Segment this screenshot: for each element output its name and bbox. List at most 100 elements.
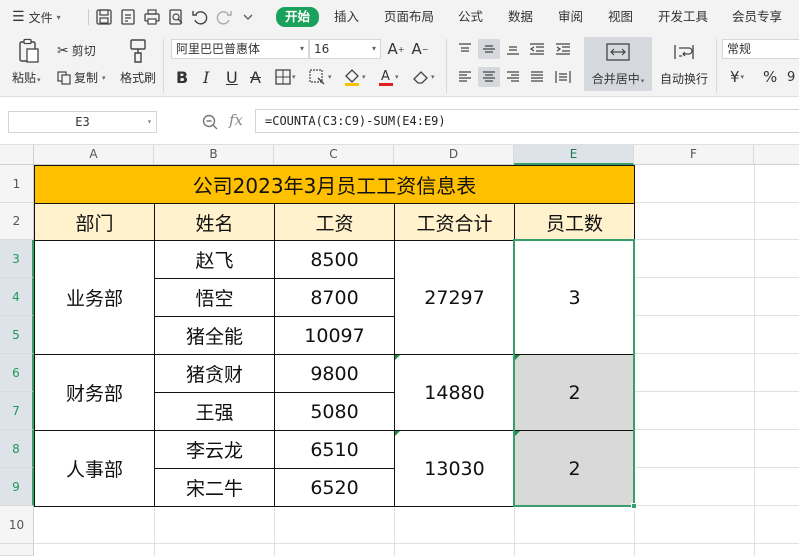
tab-review[interactable]: 审阅 [558, 8, 583, 26]
salary-cell[interactable]: 10097 [274, 316, 395, 355]
comma-format-icon[interactable]: 9 [787, 67, 795, 87]
export-pdf-icon[interactable] [118, 7, 138, 27]
cell-style-icon[interactable]: ▾ [309, 67, 332, 87]
copy-button[interactable]: 复制 ▾ [57, 69, 106, 86]
employee-count-cell[interactable]: 3 [514, 240, 635, 355]
tab-insert[interactable]: 插入 [334, 8, 359, 26]
currency-format-button[interactable]: ¥ ▾ [730, 67, 744, 87]
more-chevron-icon[interactable] [238, 7, 258, 27]
insert-function-icon[interactable]: fx [229, 111, 243, 129]
fill-handle[interactable] [631, 503, 637, 509]
tab-view[interactable]: 视图 [608, 8, 633, 26]
cut-button[interactable]: ✂ 剪切 [57, 42, 96, 59]
header-cell-salary-total[interactable]: 工资合计 [394, 203, 515, 241]
distributed-align-icon[interactable] [553, 67, 573, 87]
salary-total-cell[interactable]: 14880 [394, 354, 515, 431]
justify-icon[interactable] [527, 67, 547, 87]
format-painter-icon[interactable] [124, 37, 152, 65]
row-header-5[interactable]: 5 [0, 316, 34, 354]
bold-icon[interactable]: B [176, 67, 188, 87]
employee-name-cell[interactable]: 猪全能 [154, 316, 275, 355]
column-header-f[interactable]: F [634, 145, 754, 165]
employee-name-cell[interactable]: 悟空 [154, 278, 275, 317]
salary-cell[interactable]: 6520 [274, 468, 395, 507]
zoom-icon[interactable] [201, 113, 219, 135]
formula-input[interactable]: =COUNTA(C3:C9)-SUM(E4:E9) [255, 109, 799, 133]
column-header-b[interactable]: B [154, 145, 274, 165]
paste-icon[interactable] [14, 37, 44, 65]
strikethrough-icon[interactable]: A [250, 67, 261, 87]
salary-total-cell[interactable]: 13030 [394, 430, 515, 507]
print-icon[interactable] [142, 7, 162, 27]
employee-name-cell[interactable]: 宋二牛 [154, 468, 275, 507]
column-header-c[interactable]: C [274, 145, 394, 165]
employee-name-cell[interactable]: 王强 [154, 392, 275, 431]
align-top-icon[interactable] [455, 39, 475, 59]
align-left-icon[interactable] [455, 67, 475, 87]
align-center-icon[interactable] [478, 67, 500, 87]
font-size-select[interactable]: 16 ▾ [309, 39, 381, 59]
department-cell[interactable]: 人事部 [34, 430, 155, 507]
tab-page-layout[interactable]: 页面布局 [384, 8, 434, 26]
increase-indent-icon[interactable] [553, 39, 573, 59]
fill-color-icon[interactable]: ▾ [343, 67, 366, 87]
borders-icon[interactable]: ▾ [275, 67, 296, 87]
column-header-d[interactable]: D [394, 145, 514, 165]
align-bottom-icon[interactable] [503, 39, 523, 59]
format-painter-button[interactable]: 格式刷 [120, 69, 156, 86]
row-header-6[interactable]: 6 [0, 354, 34, 392]
row-header-10[interactable]: 10 [0, 506, 34, 544]
row-header-1[interactable]: 1 [0, 165, 34, 203]
salary-cell[interactable]: 8700 [274, 278, 395, 317]
employee-name-cell[interactable]: 赵飞 [154, 240, 275, 279]
tab-member[interactable]: 会员专享 [732, 8, 782, 26]
tab-formulas[interactable]: 公式 [458, 8, 483, 26]
tab-home[interactable]: 开始 [276, 7, 320, 27]
row-header-3[interactable]: 3 [0, 240, 34, 278]
merge-center-button[interactable]: 合并居中▾ [584, 37, 652, 91]
select-all-corner[interactable] [0, 145, 34, 165]
salary-cell[interactable]: 9800 [274, 354, 395, 393]
column-header-a[interactable]: A [34, 145, 154, 165]
percent-format-button[interactable]: % [763, 67, 777, 87]
row-header-4[interactable]: 4 [0, 278, 34, 316]
employee-name-cell[interactable]: 猪贪财 [154, 354, 275, 393]
align-right-icon[interactable] [503, 67, 523, 87]
align-middle-icon[interactable] [478, 39, 500, 59]
row-header-11[interactable] [0, 544, 34, 556]
department-cell[interactable]: 业务部 [34, 240, 155, 355]
column-header-g[interactable] [754, 145, 799, 165]
salary-cell[interactable]: 5080 [274, 392, 395, 431]
file-menu[interactable]: ☰ 文件 ▾ [12, 7, 61, 27]
salary-total-cell[interactable]: 27297 [394, 240, 515, 355]
increase-font-icon[interactable]: A + [386, 39, 406, 59]
header-cell-salary[interactable]: 工资 [274, 203, 395, 241]
eraser-icon[interactable]: ▾ [412, 67, 435, 87]
department-cell[interactable]: 财务部 [34, 354, 155, 431]
salary-cell[interactable]: 6510 [274, 430, 395, 469]
employee-name-cell[interactable]: 李云龙 [154, 430, 275, 469]
row-header-2[interactable]: 2 [0, 203, 34, 240]
row-header-9[interactable]: 9 [0, 468, 34, 506]
name-box[interactable]: E3 ▾ [8, 111, 157, 133]
print-preview-icon[interactable] [166, 7, 186, 27]
underline-icon[interactable]: U [226, 67, 238, 87]
tab-developer[interactable]: 开发工具 [658, 8, 708, 26]
redo-icon[interactable] [214, 7, 234, 27]
wrap-text-button[interactable]: 自动换行 [658, 37, 710, 91]
paste-button[interactable]: 粘贴▾ [12, 69, 41, 86]
row-header-8[interactable]: 8 [0, 430, 34, 468]
header-cell-employee-count[interactable]: 员工数 [514, 203, 635, 241]
employee-count-cell[interactable]: 2 [514, 354, 635, 431]
decrease-indent-icon[interactable] [527, 39, 547, 59]
salary-cell[interactable]: 8500 [274, 240, 395, 279]
sheet-title-cell[interactable]: 公司2023年3月员工工资信息表 [34, 165, 635, 204]
number-format-select[interactable]: 常规 [722, 39, 799, 59]
tab-data[interactable]: 数据 [508, 8, 533, 26]
header-cell-department[interactable]: 部门 [34, 203, 155, 241]
decrease-font-icon[interactable]: A − [410, 39, 430, 59]
undo-icon[interactable] [190, 7, 210, 27]
save-icon[interactable] [94, 7, 114, 27]
font-name-select[interactable]: 阿里巴巴普惠体 ▾ [171, 39, 309, 59]
italic-icon[interactable]: I [203, 67, 209, 87]
